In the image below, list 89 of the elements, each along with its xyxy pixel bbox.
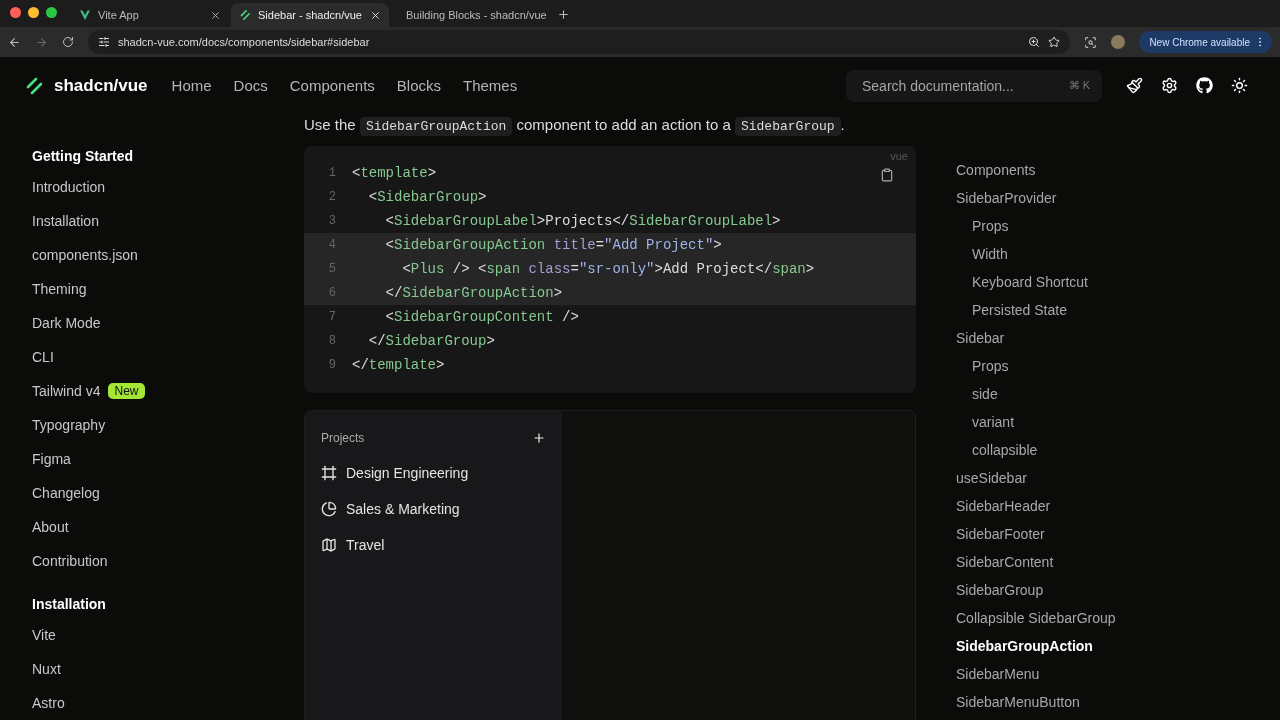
nav-link[interactable]: Blocks [396,77,441,94]
project-link[interactable]: Design Engineering [346,465,469,481]
close-tab-icon[interactable] [210,9,221,21]
minimize-window-button[interactable] [28,7,39,18]
toc-link[interactable]: Collapsible SidebarGroup [956,604,1116,632]
code-line: 8 </SidebarGroup> [327,332,496,351]
nav-link[interactable]: Home [171,77,212,94]
address-bar[interactable]: shadcn-vue.com/docs/components/sidebar#sidebar [88,30,1071,54]
toc-link[interactable]: Props [956,212,1116,240]
sun-icon[interactable] [1231,77,1248,94]
new-tab-icon[interactable] [557,8,570,21]
shortcut-hint: ⌘ K [1068,79,1090,92]
docs-nav-link[interactable]: Tailwind v4 [32,383,101,399]
docs-nav-link[interactable]: Nuxt [32,652,304,686]
code-line: 3 <SidebarGroupLabel>Projects</SidebarGroupLabel> [327,212,782,231]
toc-link[interactable]: Persisted State [956,296,1116,324]
docs-nav-link[interactable]: Vite [32,618,304,652]
docs-nav-link[interactable]: Introduction [32,170,304,204]
paintbrush-icon[interactable] [1126,77,1143,94]
project-link[interactable]: Travel [346,537,385,553]
search-field[interactable]: Search documentation... ⌘ K [846,69,1102,102]
docs-nav-link[interactable]: components.json [32,238,304,272]
code-line: 9 </template> [327,356,446,375]
docs-nav-link[interactable]: Typography [32,408,304,442]
toc-link[interactable]: Sidebar [956,324,1116,352]
browser-tab[interactable]: Sidebar - shadcn/vue [231,3,389,27]
toc-link[interactable]: SidebarContent [956,548,1116,576]
toc-link[interactable]: SidebarGroup [956,576,1116,604]
toc-link[interactable]: Width [956,240,1116,268]
slash-logo-icon [239,9,251,21]
toc-link[interactable]: SidebarFooter [956,520,1116,548]
new-badge: New [108,383,145,399]
close-window-button[interactable] [10,7,21,18]
toc-link[interactable]: Components [956,156,1116,184]
site-logo[interactable]: shadcn/vue [54,75,148,96]
nav-section-title: Getting Started [32,147,135,166]
toc-link[interactable]: variant [956,408,1116,436]
toc-link[interactable]: SidebarProvider [956,184,1116,212]
docs-nav-link[interactable]: Figma [32,442,304,476]
maximize-window-button[interactable] [46,7,57,18]
toc-link[interactable]: Keyboard Shortcut [956,268,1116,296]
toc-link[interactable]: SidebarMenu [956,660,1116,688]
github-icon[interactable] [1196,77,1213,94]
back-icon[interactable] [8,35,21,49]
browser-tab[interactable]: Vite App [71,3,229,27]
docs-nav-link[interactable]: Dark Mode [32,306,304,340]
browser-tab[interactable]: Building Blocks - shadcn/vue [391,3,549,27]
docs-nav-link[interactable]: CLI [32,340,304,374]
nav-link[interactable]: Themes [463,77,518,94]
docs-nav-link[interactable]: Theming [32,272,304,306]
code-line: 1 <template> [327,164,438,183]
profile-avatar[interactable] [1111,35,1126,49]
code-line: 2 <SidebarGroup> [327,188,488,207]
nav-link[interactable]: Components [289,77,375,94]
v-logo-icon [79,9,91,21]
search-screen-icon[interactable] [1084,35,1098,49]
nav-link[interactable]: Docs [233,77,268,94]
docs-nav-link[interactable]: Changelog [32,476,304,510]
map-icon [321,537,337,553]
reload-icon[interactable] [62,36,74,48]
toc-link[interactable]: side [956,380,1116,408]
nav-section-title: Installation [32,595,107,614]
update-button[interactable]: New Chrome available [1139,31,1272,53]
toc-link[interactable]: SidebarMenuButton [956,688,1116,716]
site-settings-icon[interactable] [98,36,110,48]
close-tab-icon[interactable] [370,9,381,21]
settings-icon[interactable] [1161,77,1178,94]
toc-link[interactable]: useSidebar [956,464,1116,492]
toc-link[interactable]: SidebarHeader [956,492,1116,520]
intro-paragraph: Use the SidebarGroupAction component to add an action to a SidebarGroup . [304,115,846,138]
bookmark-icon[interactable] [1048,36,1061,48]
toc-link[interactable]: collapsible [956,436,1116,464]
language-label: vue [890,150,908,162]
add-project-button[interactable] [532,431,546,445]
docs-nav-link[interactable]: Contribution [32,544,304,578]
slash-logo-icon [24,75,44,96]
copy-button[interactable] [880,168,894,182]
forward-icon[interactable] [35,35,48,49]
docs-nav-link[interactable]: Astro [32,686,304,720]
toc-link[interactable]: Props [956,352,1116,380]
toc-link[interactable]: SidebarGroupAction [956,632,1116,660]
group-label: Projects [321,431,365,445]
docs-nav-link[interactable]: About [32,510,304,544]
project-link[interactable]: Sales & Marketing [346,501,460,517]
docs-nav-link[interactable]: Installation [32,204,304,238]
pie-chart-icon [321,501,337,517]
zoom-icon[interactable] [1028,36,1041,48]
code-line: 7 <SidebarGroupContent /> [327,308,580,327]
frame-icon [321,465,337,481]
